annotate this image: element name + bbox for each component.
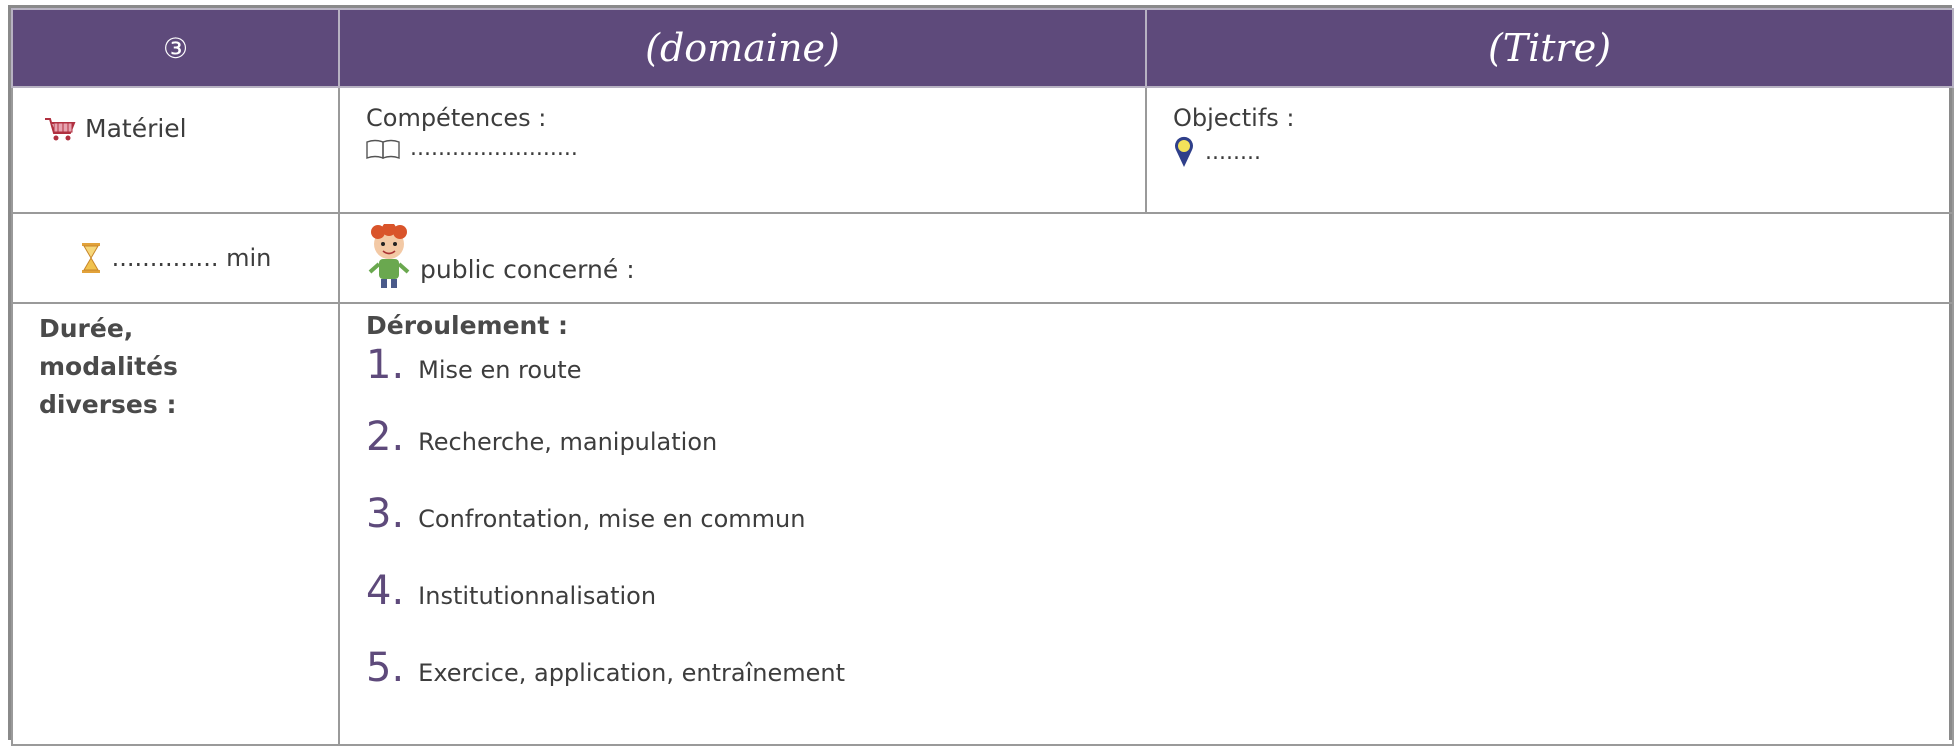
step-text: Recherche, manipulation bbox=[418, 428, 718, 456]
step-item: 5. Exercice, application, entraînement bbox=[366, 645, 1926, 722]
deroulement-cell: Déroulement : 1. Mise en route 2. Recher… bbox=[338, 302, 1954, 746]
step-number: 4. bbox=[366, 568, 405, 614]
deroulement-row: Durée, modalités diverses : Déroulement … bbox=[11, 302, 1954, 746]
lesson-sheet: ③ (domaine) (Titre) Matériel Compétences… bbox=[8, 5, 1954, 746]
public-cell: public concerné : bbox=[338, 212, 1954, 304]
step-number: 2. bbox=[366, 414, 405, 460]
header-title-cell: (Titre) bbox=[1145, 8, 1954, 88]
modalites-label: Durée, modalités diverses : bbox=[39, 314, 178, 419]
step-item: 3. Confrontation, mise en commun bbox=[366, 491, 1926, 568]
duree-row: .............. min public concerné: bbox=[11, 212, 1954, 304]
deroulement-label: Déroulement : bbox=[366, 311, 568, 340]
session-number: ③ bbox=[162, 31, 189, 65]
lesson-table: ③ (domaine) (Titre) Matériel Compétences… bbox=[11, 8, 1954, 746]
step-number: 3. bbox=[366, 491, 405, 537]
hourglass-icon bbox=[81, 243, 100, 273]
step-text: Confrontation, mise en commun bbox=[418, 505, 806, 533]
lesson-title: (Titre) bbox=[1487, 26, 1612, 70]
domain-title: (domaine) bbox=[645, 26, 840, 70]
competences-value: ........................ bbox=[410, 136, 578, 161]
step-number: 5. bbox=[366, 645, 405, 691]
public-label: public concerné : bbox=[420, 255, 635, 284]
cart-icon bbox=[45, 117, 76, 140]
duree-value: .............. min bbox=[111, 244, 272, 272]
materiel-row: Matériel Compétences : .................… bbox=[11, 86, 1954, 214]
step-item: 1. Mise en route bbox=[366, 342, 1926, 414]
book-icon bbox=[366, 139, 400, 159]
child-character-icon bbox=[368, 224, 410, 288]
objectifs-value: ........ bbox=[1205, 139, 1261, 165]
step-text: Mise en route bbox=[418, 356, 582, 384]
step-item: 4. Institutionnalisation bbox=[366, 568, 1926, 645]
location-pin-icon bbox=[1175, 136, 1193, 167]
header-domain-cell: (domaine) bbox=[338, 8, 1147, 88]
step-number: 1. bbox=[366, 342, 405, 388]
header-number-cell: ③ bbox=[11, 8, 340, 88]
materiel-label: Matériel bbox=[85, 114, 187, 143]
competences-cell: Compétences : ........................ bbox=[338, 86, 1147, 214]
objectifs-cell: Objectifs : ........ bbox=[1145, 86, 1954, 214]
step-item: 2. Recherche, manipulation bbox=[366, 414, 1926, 491]
step-text: Institutionnalisation bbox=[418, 582, 657, 610]
steps-list: 1. Mise en route 2. Recherche, manipulat… bbox=[366, 342, 1926, 722]
modalites-cell: Durée, modalités diverses : bbox=[11, 302, 340, 746]
header-row: ③ (domaine) (Titre) bbox=[11, 8, 1954, 88]
objectifs-label: Objectifs : bbox=[1173, 104, 1295, 132]
step-text: Exercice, application, entraînement bbox=[418, 659, 846, 687]
materiel-cell: Matériel bbox=[11, 86, 340, 214]
duree-cell: .............. min bbox=[11, 212, 340, 304]
competences-label: Compétences : bbox=[366, 104, 547, 132]
